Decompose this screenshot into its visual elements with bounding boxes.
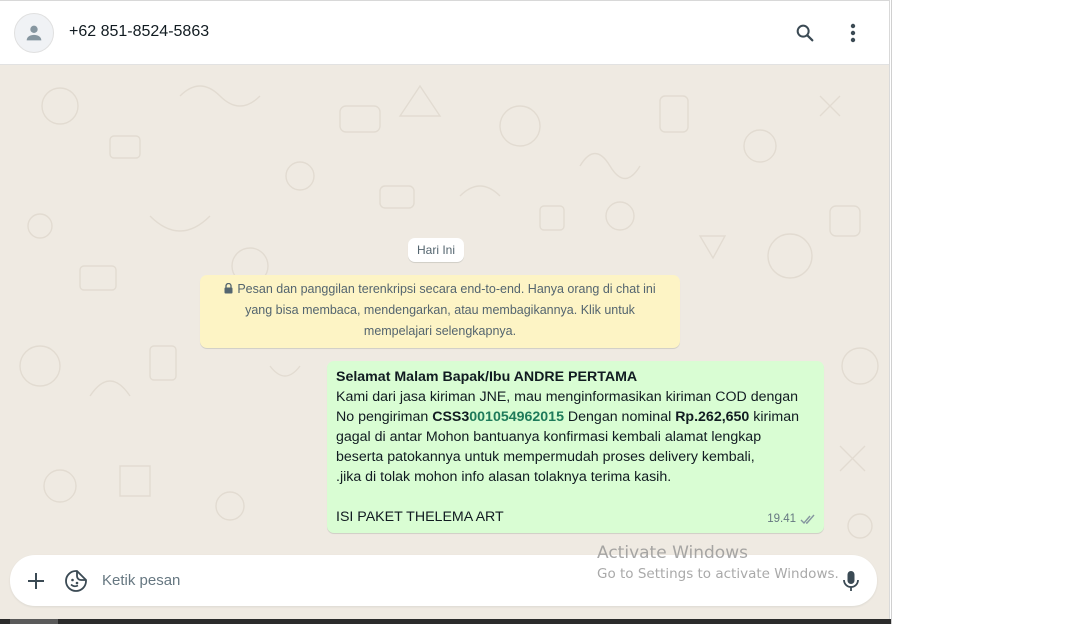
message-text: Dengan nominal	[563, 409, 676, 425]
taskbar-edge	[0, 619, 892, 624]
double-check-icon	[800, 514, 815, 524]
message-line: beserta patokannya untuk mempermudah pro…	[336, 449, 755, 465]
message-line: .jika di tolak mohon info alasan tolakny…	[336, 469, 672, 485]
encryption-notice-line3: mempelajari selengkapnya.	[363, 324, 517, 338]
plus-icon	[28, 573, 44, 589]
search-icon	[796, 24, 814, 42]
chat-header: +62 851-8524-5863	[0, 0, 889, 65]
message-meta: 19.41	[767, 509, 816, 529]
more-vertical-icon	[850, 23, 856, 43]
message-greeting: Selamat Malam Bapak/Ibu ANDRE PERTAMA	[336, 369, 638, 385]
avatar[interactable]	[14, 13, 54, 53]
message-list[interactable]: Hari Ini Pesan dan panggilan terenkripsi…	[0, 66, 889, 554]
sticker-icon	[65, 570, 87, 592]
message-text: No pengiriman	[336, 409, 433, 425]
sticker-button[interactable]	[62, 567, 90, 595]
taskbar-segment	[10, 619, 58, 624]
tracking-prefix: CSS3	[432, 409, 470, 425]
encryption-notice-line1: Pesan dan panggilan terenkripsi secara e…	[237, 282, 656, 296]
encryption-notice[interactable]: Pesan dan panggilan terenkripsi secara e…	[200, 275, 680, 348]
message-line: ISI PAKET THELEMA ART	[336, 509, 504, 525]
contact-name[interactable]: +62 851-8524-5863	[69, 23, 209, 41]
message-line: No pengiriman CSS3001054962015 Dengan no…	[336, 407, 815, 427]
microphone-icon	[843, 571, 859, 591]
tracking-number-link[interactable]: 001054962015	[469, 409, 564, 425]
encryption-notice-line2: yang bisa membaca, mendengarkan, atau me…	[245, 303, 635, 317]
outgoing-message[interactable]: Selamat Malam Bapak/Ibu ANDRE PERTAMA Ka…	[327, 361, 824, 533]
message-time: 19.41	[767, 513, 796, 525]
message-input[interactable]	[102, 567, 822, 593]
voice-message-button[interactable]	[837, 567, 865, 595]
chat-window: +62 851-8524-5863 Hari Ini Pesan dan pan…	[0, 0, 890, 624]
message-line: Kami dari jasa kiriman JNE, mau menginfo…	[336, 389, 799, 405]
lock-icon	[224, 283, 233, 294]
message-composer	[10, 555, 877, 606]
date-chip: Hari Ini	[408, 238, 465, 262]
message-line: gagal di antar Mohon bantuanya konfirmas…	[336, 429, 762, 445]
person-icon	[26, 25, 42, 41]
attach-button[interactable]	[22, 567, 50, 595]
menu-button[interactable]	[838, 18, 868, 48]
cod-amount: Rp.262,650	[675, 409, 750, 425]
search-button[interactable]	[790, 18, 820, 48]
blank-panel	[891, 0, 1087, 624]
message-text: kiriman	[749, 409, 799, 425]
